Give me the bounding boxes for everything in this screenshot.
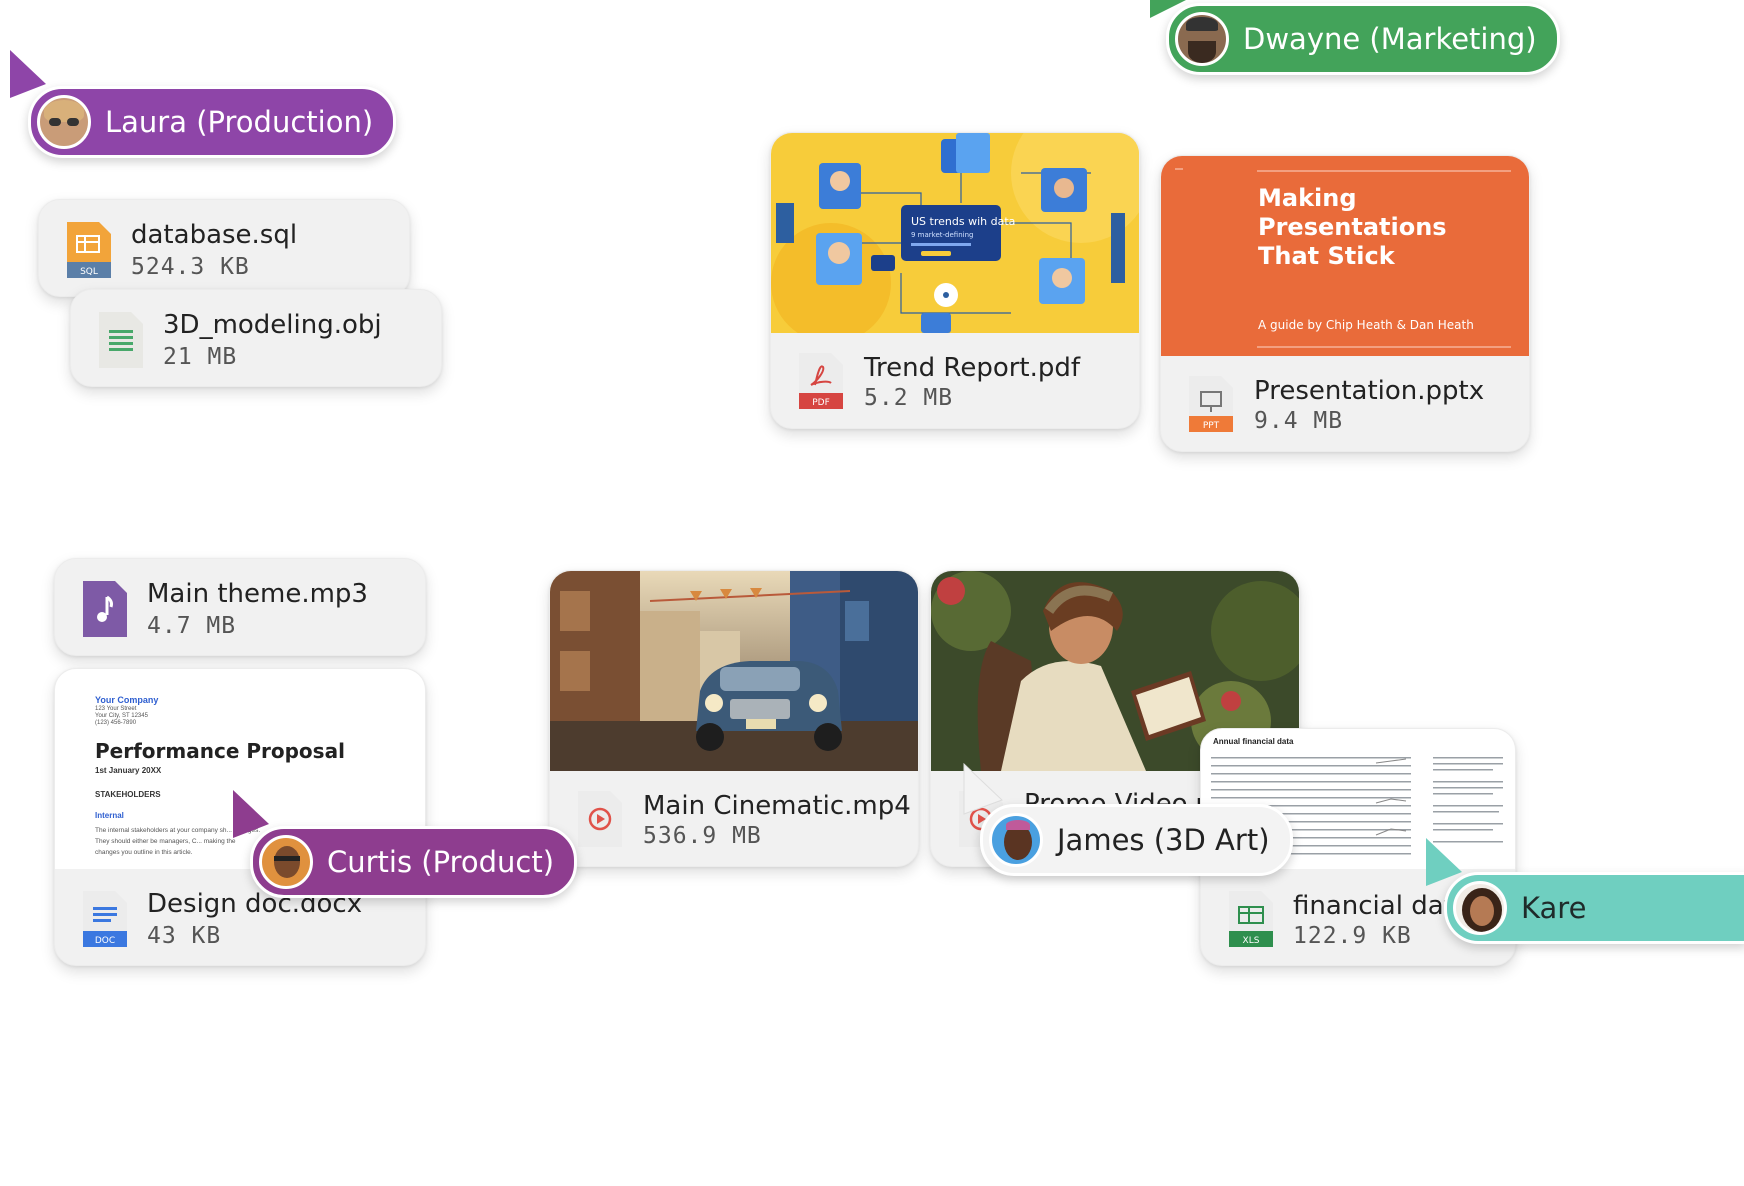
avatar — [1175, 12, 1229, 66]
audio-file-icon — [83, 581, 127, 637]
presentation-title: Making Presentations That Stick — [1258, 184, 1447, 270]
file-card-presentation[interactable]: Making Presentations That Stick A guide … — [1160, 155, 1530, 452]
file-name: Presentation.pptx — [1254, 376, 1485, 406]
doc-address: 123 Your Street — [95, 706, 137, 712]
collaborator-badge-james: James (3D Art) — [980, 804, 1293, 876]
file-card-main-cinematic[interactable]: Main Cinematic.mp4 536.9 MB — [549, 570, 919, 867]
collaborator-badge-curtis: Curtis (Product) — [250, 826, 578, 898]
file-name: Main Cinematic.mp4 — [643, 791, 911, 821]
avatar — [1453, 881, 1507, 935]
trend-report-preview: US trends wih data 9 market-defining — [771, 133, 1139, 333]
file-card-database[interactable]: SQL database.sql 524.3 KB — [38, 199, 410, 297]
file-name: Main theme.mp3 — [147, 579, 368, 609]
file-size: 524.3 KB — [131, 254, 250, 280]
collaborator-badge-laura: Laura (Production) — [28, 86, 397, 158]
financial-preview-title: Annual financial data — [1213, 737, 1294, 746]
sql-file-icon: SQL — [67, 222, 111, 278]
svg-text:DOC: DOC — [95, 936, 115, 946]
doc-phone: (123) 456-7890 — [95, 720, 137, 726]
svg-text:PPT: PPT — [1203, 421, 1220, 431]
file-size: 4.7 MB — [147, 613, 237, 639]
file-size: 21 MB — [163, 344, 238, 370]
doc-title: Performance Proposal — [95, 739, 345, 763]
collaborator-name: Laura (Production) — [105, 105, 374, 139]
presentation-subtitle: A guide by Chip Heath & Dan Heath — [1258, 318, 1474, 332]
presentation-preview: Making Presentations That Stick A guide … — [1161, 156, 1529, 356]
file-card-3d-model[interactable]: 3D_modeling.obj 21 MB — [70, 289, 442, 387]
pdf-file-icon: PDF — [799, 353, 843, 409]
svg-text:US trends wih data: US trends wih data — [911, 215, 1015, 228]
doc-address: Your City, ST 12345 — [95, 713, 148, 719]
collaborator-name: Curtis (Product) — [327, 845, 555, 879]
file-card-trend-report[interactable]: US trends wih data 9 market-defining PDF… — [770, 132, 1140, 429]
doc-date: 1st January 20XX — [95, 766, 162, 775]
svg-text:XLS: XLS — [1243, 936, 1260, 946]
doc-file-icon: DOC — [83, 891, 127, 947]
obj-file-icon — [99, 312, 143, 368]
svg-text:PDF: PDF — [812, 398, 830, 408]
file-size: 122.9 KB — [1293, 923, 1412, 949]
cinematic-preview — [550, 571, 918, 771]
svg-text:SQL: SQL — [80, 267, 98, 277]
file-size: 5.2 MB — [864, 385, 954, 411]
collaborator-name: Dwayne (Marketing) — [1243, 22, 1537, 56]
file-name: 3D_modeling.obj — [163, 310, 382, 340]
avatar — [259, 835, 313, 889]
file-size: 536.9 MB — [643, 823, 762, 849]
ppt-file-icon: PPT — [1189, 376, 1233, 432]
doc-subsection: Internal — [95, 811, 124, 820]
collaborator-badge-dwayne: Dwayne (Marketing) — [1166, 3, 1560, 75]
avatar — [37, 95, 91, 149]
svg-text:9 market-defining: 9 market-defining — [911, 231, 973, 239]
file-card-main-theme[interactable]: Main theme.mp3 4.7 MB — [54, 558, 426, 656]
doc-section: STAKEHOLDERS — [95, 790, 161, 799]
file-size: 43 KB — [147, 923, 222, 949]
collaborator-badge-kare: Kare — [1444, 872, 1744, 944]
file-size: 9.4 MB — [1254, 408, 1344, 434]
collaborator-name: Kare — [1521, 891, 1587, 925]
doc-company: Your Company — [95, 695, 159, 705]
collaborator-name: James (3D Art) — [1057, 823, 1270, 857]
file-name: Trend Report.pdf — [864, 353, 1081, 383]
avatar — [989, 813, 1043, 867]
file-name: database.sql — [131, 220, 298, 250]
xls-file-icon: XLS — [1229, 891, 1273, 947]
video-file-icon — [578, 791, 622, 847]
